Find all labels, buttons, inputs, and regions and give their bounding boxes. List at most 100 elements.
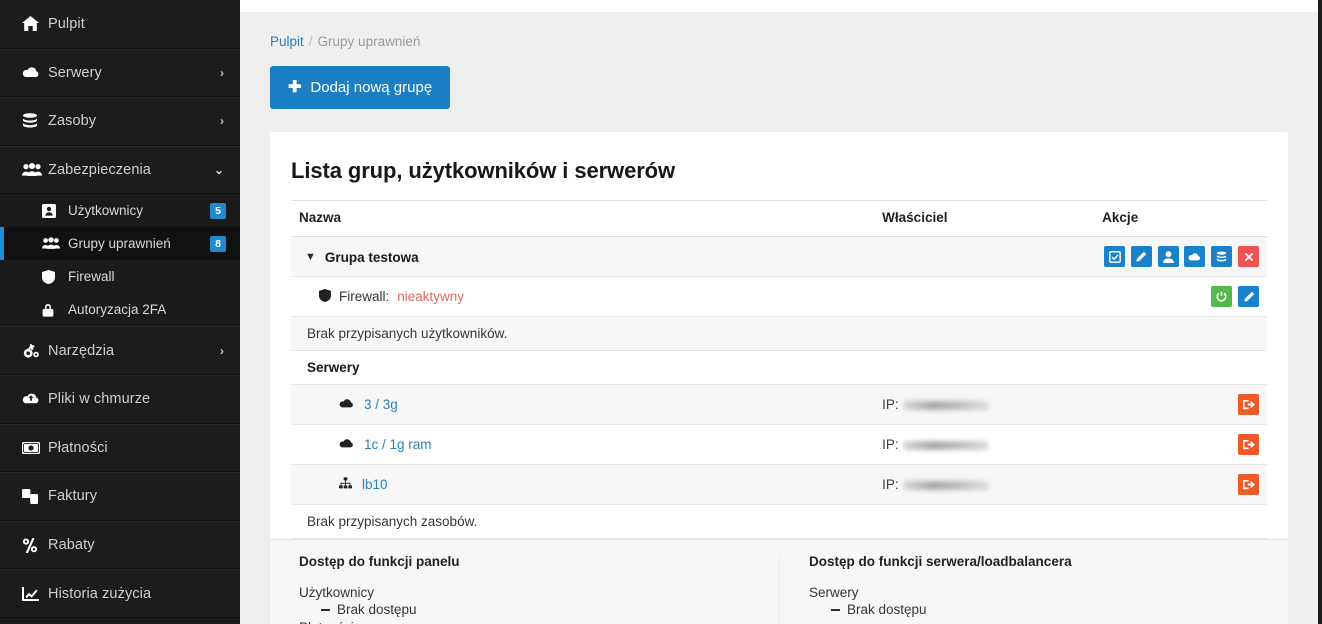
users-icon <box>42 237 68 250</box>
power-icon-button[interactable] <box>1211 286 1233 307</box>
chevron-right-icon: › <box>220 343 224 358</box>
sidebar-item-label: Zabezpieczenia <box>48 162 151 179</box>
sidebar-item-label: Narzędzia <box>48 342 115 359</box>
sidebar-item-zasoby[interactable]: Zasoby › <box>0 97 240 146</box>
check-square-icon-button[interactable] <box>1104 246 1126 267</box>
sidebar-item-label: Faktury <box>48 488 98 505</box>
servers-header-cell: Serwery <box>291 350 1267 385</box>
gears-icon <box>22 343 48 359</box>
sign-out-icon-button[interactable] <box>1238 394 1259 415</box>
access-item-label: Brak dostępu <box>847 602 927 617</box>
page-title: Lista grup, użytkowników i serwerów <box>291 158 676 183</box>
server-name-cell: 3 / 3g <box>291 384 875 425</box>
sidebar-item-grupy-uprawnien[interactable]: Grupy uprawnień 8 <box>0 227 240 261</box>
sidebar-item-historia-zuzycia[interactable]: Historia zużycia <box>0 569 240 618</box>
server-ip-label: IP: <box>882 397 899 412</box>
server-name-link[interactable]: lb10 <box>362 477 388 492</box>
no-users-cell: Brak przypisanych użytkowników. <box>291 316 1267 351</box>
server-ip-redacted <box>902 401 989 410</box>
app-window: Pulpit Serwery › Zasoby › Zabezpieczenia… <box>0 0 1322 624</box>
sidebar-item-platnosci[interactable]: Płatności <box>0 423 240 473</box>
column-header-actions: Akcje <box>1094 200 1267 237</box>
chart-line-icon <box>22 586 48 601</box>
access-server-title: Dostęp do funkcji serwera/loadbalancera <box>809 554 1072 569</box>
database-icon <box>22 113 48 129</box>
group-name-label: Grupa testowa <box>324 249 419 265</box>
sidebar-item-firewall[interactable]: Firewall <box>0 260 240 293</box>
sidebar-item-label: Serwery <box>48 64 102 81</box>
access-item: Brak dostępu <box>809 602 1267 617</box>
sitemap-icon <box>339 477 352 492</box>
sidebar-item-narzedzia[interactable]: Narzędzia › <box>0 326 240 375</box>
breadcrumb-separator: / <box>308 34 313 49</box>
sidebar-item-zabezpieczenia[interactable]: Zabezpieczenia ⌄ <box>0 145 240 195</box>
sidebar-item-label: Płatności <box>48 439 108 456</box>
sidebar-item-label: Rabaty <box>48 537 95 554</box>
sidebar-item-label: Pliki w chmurze <box>48 391 151 408</box>
sidebar-item-label: Użytkownicy <box>68 203 144 219</box>
server-name-link[interactable]: 3 / 3g <box>364 397 398 412</box>
server-actions-cell <box>1094 384 1267 425</box>
table-row-group[interactable]: ▼ Grupa testowa <box>291 236 1267 277</box>
access-panel-title: Dostęp do funkcji panelu <box>299 554 460 569</box>
sidebar-item-label: Pulpit <box>48 15 85 32</box>
cloud-icon <box>339 397 354 412</box>
group-name-cell[interactable]: ▼ Grupa testowa <box>291 236 875 277</box>
access-server-column: Dostęp do funkcji serwera/loadbalancera … <box>779 554 1288 624</box>
sidebar-item-label: Historia zużycia <box>48 585 152 602</box>
users-icon <box>22 163 48 177</box>
server-name-link[interactable]: 1c / 1g ram <box>364 437 432 452</box>
no-users-text: Brak przypisanych użytkowników. <box>307 326 508 341</box>
groups-card: Lista grup, użytkowników i serwerów Nazw… <box>270 132 1288 624</box>
server-actions-cell <box>1094 464 1267 505</box>
server-name-cell: 1c / 1g ram <box>291 424 875 465</box>
sidebar-item-label: Firewall <box>68 269 115 285</box>
sign-out-icon-button[interactable] <box>1238 474 1259 495</box>
contact-card-icon <box>42 203 68 218</box>
sidebar-item-uzytkownicy[interactable]: Użytkownicy 5 <box>0 194 240 227</box>
sidebar-item-serwery[interactable]: Serwery › <box>0 48 240 98</box>
main-content: Pulpit / Grupy uprawnień ✚ Dodaj nową grup… <box>240 12 1318 624</box>
group-owner-cell <box>874 236 1095 277</box>
database-icon-button[interactable] <box>1211 246 1233 267</box>
sign-out-icon-button[interactable] <box>1238 434 1259 455</box>
table-row: lb10 IP: <box>291 464 1267 505</box>
top-strip <box>240 0 1322 12</box>
server-ip-cell: IP: <box>874 464 1095 505</box>
access-item: Brak dostępu <box>299 602 758 617</box>
shield-icon <box>319 288 331 305</box>
group-actions-cell <box>1094 236 1267 277</box>
sidebar-item-autoryzacja-2fa[interactable]: Autoryzacja 2FA <box>0 293 240 326</box>
table-header-row: Nazwa Właściciel Akcje <box>291 200 1267 237</box>
sidebar-item-rabaty[interactable]: Rabaty <box>0 520 240 570</box>
access-group-label: Użytkownicy <box>299 585 375 600</box>
access-panel-column: Dostęp do funkcji panelu Użytkownicy Bra… <box>270 554 779 624</box>
close-icon-button[interactable] <box>1238 246 1259 267</box>
sidebar-item-faktury[interactable]: Faktury <box>0 472 240 521</box>
firewall-status: nieaktywny <box>397 289 465 304</box>
pencil-icon-button[interactable] <box>1238 286 1259 307</box>
cloud-icon-button[interactable] <box>1184 246 1206 267</box>
sidebar-item-label: Autoryzacja 2FA <box>68 302 167 318</box>
server-ip-label: IP: <box>882 477 899 492</box>
pencil-icon-button[interactable] <box>1130 246 1152 267</box>
no-resources-text: Brak przypisanych zasobów. <box>307 514 478 529</box>
add-new-group-label: Dodaj nową grupę <box>310 79 433 96</box>
cloud-upload-icon <box>22 392 48 406</box>
sidebar-item-pliki-w-chmurze[interactable]: Pliki w chmurze <box>0 374 240 424</box>
column-header-owner: Właściciel <box>874 200 1095 237</box>
firewall-label: Firewall: <box>339 289 390 304</box>
add-new-group-button[interactable]: ✚ Dodaj nową grupę <box>270 66 451 109</box>
sidebar-item-pulpit[interactable]: Pulpit <box>0 0 240 49</box>
table-row: 1c / 1g ram IP: <box>291 424 1267 465</box>
user-icon-button[interactable] <box>1157 246 1179 267</box>
right-edge-bar <box>1318 0 1322 624</box>
invoice-icon <box>22 488 48 504</box>
breadcrumb: Pulpit / Grupy uprawnień <box>240 12 1318 49</box>
sidebar-badge-uzytkownicy: 5 <box>210 202 226 220</box>
percent-icon <box>22 537 48 553</box>
table-row-firewall: Firewall: nieaktywny <box>291 276 1267 317</box>
breadcrumb-link-pulpit[interactable]: Pulpit <box>270 34 304 49</box>
chevron-down-icon[interactable]: ▼ <box>305 251 316 263</box>
server-ip-cell: IP: <box>874 384 1095 425</box>
